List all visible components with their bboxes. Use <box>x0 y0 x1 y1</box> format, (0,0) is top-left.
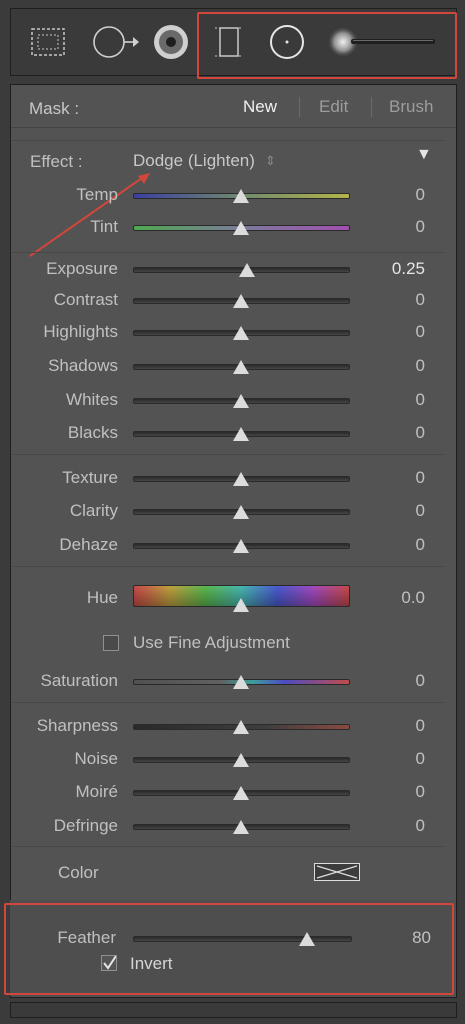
shadows-label: Shadows <box>48 356 118 375</box>
section-divider <box>12 702 445 703</box>
color-swatch[interactable] <box>314 863 360 881</box>
tint-slider-thumb[interactable] <box>232 221 249 235</box>
red-eye-icon <box>154 25 188 59</box>
texture-label: Texture <box>62 468 118 487</box>
feather-highlight-box <box>4 903 454 995</box>
tint-label: Tint <box>90 217 118 236</box>
contrast-value[interactable]: 0 <box>365 290 425 310</box>
contrast-slider-thumb[interactable] <box>232 294 249 308</box>
blacks-value[interactable]: 0 <box>365 423 425 443</box>
section-divider <box>12 252 445 253</box>
exposure-value[interactable]: 0.25 <box>365 259 425 279</box>
highlights-slider-thumb[interactable] <box>232 326 249 340</box>
tool-highlight-box <box>197 12 457 79</box>
saturation-label: Saturation <box>40 671 119 690</box>
graduated-filter-tool[interactable] <box>23 9 73 75</box>
noise-slider-thumb[interactable] <box>232 753 249 767</box>
dehaze-value[interactable]: 0 <box>365 535 425 555</box>
sharpness-value[interactable]: 0 <box>365 716 425 736</box>
highlights-label: Highlights <box>43 322 118 341</box>
mask-header: Mask : New Edit Brush <box>11 85 456 128</box>
moir-label: Moiré <box>75 782 118 801</box>
section-divider <box>12 140 445 141</box>
texture-value[interactable]: 0 <box>365 468 425 488</box>
defringe-slider-thumb[interactable] <box>232 820 249 834</box>
blacks-slider-thumb[interactable] <box>232 427 249 441</box>
defringe-label: Defringe <box>53 816 118 835</box>
noise-label: Noise <box>74 749 118 768</box>
tab-separator <box>371 97 372 117</box>
shadows-slider-thumb[interactable] <box>232 360 249 374</box>
saturation-value[interactable]: 0 <box>365 671 425 691</box>
whites-slider-thumb[interactable] <box>232 394 249 408</box>
no-color-icon <box>316 865 358 879</box>
blacks-label: Blacks <box>67 423 118 442</box>
clarity-label: Clarity <box>69 501 118 520</box>
sharpness-label: Sharpness <box>36 716 118 735</box>
temp-value[interactable]: 0 <box>365 185 425 205</box>
stepper-icon: ⇕ <box>264 153 276 168</box>
next-panel-edge <box>10 1002 457 1018</box>
hue-value[interactable]: 0.0 <box>365 588 425 608</box>
section-divider <box>12 454 445 455</box>
dehaze-slider-thumb[interactable] <box>232 539 249 553</box>
color-label: Color <box>58 863 99 882</box>
exposure-slider-thumb[interactable] <box>238 263 255 277</box>
annotation-arrow <box>29 173 150 257</box>
hue-slider-thumb[interactable] <box>232 598 249 612</box>
clarity-value[interactable]: 0 <box>365 501 425 521</box>
fine-adjustment-checkbox[interactable] <box>103 635 119 651</box>
tab-edit[interactable]: Edit <box>319 97 348 117</box>
whites-label: Whites <box>66 390 118 409</box>
graduated-filter-icon <box>31 28 65 56</box>
temp-label: Temp <box>76 185 118 204</box>
clarity-slider-thumb[interactable] <box>232 505 249 519</box>
temp-slider-thumb[interactable] <box>232 189 249 203</box>
texture-slider-thumb[interactable] <box>232 472 249 486</box>
hue-label: Hue <box>86 588 118 607</box>
spot-removal-tool[interactable] <box>87 9 143 75</box>
highlights-value[interactable]: 0 <box>365 322 425 342</box>
section-divider <box>12 846 445 847</box>
red-eye-tool[interactable] <box>151 9 191 75</box>
sharpness-slider-thumb[interactable] <box>232 720 249 734</box>
tab-separator <box>299 97 300 117</box>
contrast-label: Contrast <box>53 290 118 309</box>
whites-value[interactable]: 0 <box>365 390 425 410</box>
moir-value[interactable]: 0 <box>365 782 425 802</box>
shadows-value[interactable]: 0 <box>365 356 425 376</box>
dehaze-label: Dehaze <box>59 535 118 554</box>
defringe-value[interactable]: 0 <box>365 816 425 836</box>
spot-removal-icon <box>93 26 139 58</box>
tab-brush[interactable]: Brush <box>389 97 433 117</box>
collapse-triangle-icon[interactable]: ▼ <box>416 146 432 164</box>
tab-new[interactable]: New <box>243 97 277 117</box>
exposure-label: Exposure <box>46 259 118 278</box>
tint-value[interactable]: 0 <box>365 217 425 237</box>
fine-adjustment-label: Use Fine Adjustment <box>133 633 290 652</box>
mask-label: Mask : <box>29 99 80 118</box>
moir-slider-thumb[interactable] <box>232 786 249 800</box>
noise-value[interactable]: 0 <box>365 749 425 769</box>
section-divider <box>12 566 445 567</box>
saturation-slider-thumb[interactable] <box>232 675 249 689</box>
